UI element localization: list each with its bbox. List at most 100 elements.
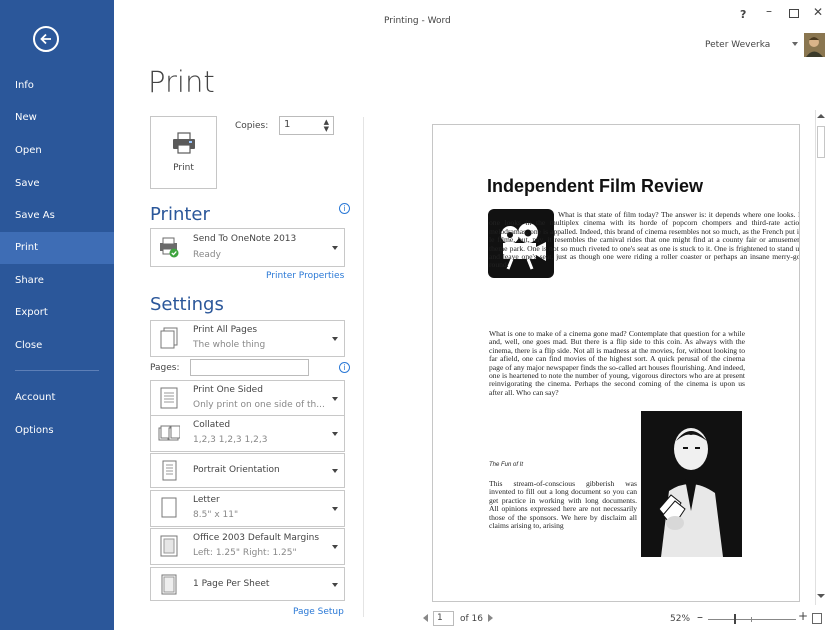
chevron-down-icon xyxy=(332,397,338,401)
review-paragraph-1: What is that state of film today? The an… xyxy=(489,210,800,270)
film-still-image xyxy=(641,411,742,557)
chevron-down-icon xyxy=(332,432,338,436)
help-button[interactable]: ? xyxy=(740,8,746,21)
collation-desc: 1,2,3 1,2,3 1,2,3 xyxy=(193,435,268,445)
printer-heading: Printer xyxy=(150,204,210,225)
nav-item-open[interactable]: Open xyxy=(0,135,114,167)
user-photo-icon xyxy=(804,33,825,57)
zoom-level[interactable]: 52% xyxy=(670,614,690,624)
orientation-dropdown[interactable]: Portrait Orientation xyxy=(150,453,345,488)
back-button[interactable] xyxy=(33,26,59,52)
sides-desc: Only print on one side of th... xyxy=(193,400,325,410)
avatar[interactable] xyxy=(804,33,825,57)
settings-heading: Settings xyxy=(150,294,224,315)
nav-item-info[interactable]: Info xyxy=(0,70,114,102)
chevron-down-icon xyxy=(332,337,338,341)
zoom-slider-thumb[interactable] xyxy=(734,614,736,624)
scroll-down-icon[interactable] xyxy=(817,594,825,598)
chevron-down-icon xyxy=(332,469,338,473)
printer-ready-icon xyxy=(160,237,179,258)
info-icon[interactable]: i xyxy=(339,203,350,214)
scroll-up-icon[interactable] xyxy=(817,114,825,118)
spinner-arrows-icon[interactable]: ▲ ▼ xyxy=(324,119,329,133)
minimize-button[interactable]: – xyxy=(766,4,772,18)
window-title: Printing - Word xyxy=(384,16,451,26)
printer-dropdown[interactable]: Send To OneNote 2013 Ready xyxy=(150,228,345,267)
next-page-icon[interactable] xyxy=(488,614,493,622)
margins-desc: Left: 1.25" Right: 1.25" xyxy=(193,548,297,558)
back-arrow-icon xyxy=(40,33,51,45)
pages-per-sheet-label: 1 Page Per Sheet xyxy=(193,579,270,589)
document-title: Independent Film Review xyxy=(487,176,704,196)
zoom-in-button[interactable]: + xyxy=(798,609,808,623)
info-icon[interactable]: i xyxy=(339,362,350,373)
close-button[interactable]: ✕ xyxy=(813,5,823,19)
print-button[interactable]: Print xyxy=(150,116,217,189)
nav-item-share[interactable]: Share xyxy=(0,265,114,297)
margins-icon xyxy=(160,535,178,557)
printer-status: Ready xyxy=(193,250,221,260)
paper-size-desc: 8.5" x 11" xyxy=(193,510,239,520)
printer-properties-link[interactable]: Printer Properties xyxy=(266,271,344,281)
chevron-down-icon[interactable] xyxy=(792,42,798,46)
pages-input[interactable] xyxy=(190,359,309,376)
one-page-icon xyxy=(161,574,177,595)
scroll-thumb[interactable] xyxy=(817,126,825,158)
zoom-out-button[interactable]: – xyxy=(697,610,703,624)
paper-size-label: Letter xyxy=(193,495,220,505)
review-paragraph-3: This stream-of-conscious gibberish was i… xyxy=(489,479,637,531)
nav-item-save-as[interactable]: Save As xyxy=(0,200,114,232)
print-range-label: Print All Pages xyxy=(193,325,258,335)
nav-separator xyxy=(15,370,99,371)
collated-icon xyxy=(158,425,180,441)
page-count: of 16 xyxy=(460,614,483,624)
one-sided-icon xyxy=(160,387,178,409)
divider xyxy=(363,117,364,617)
nav-item-save[interactable]: Save xyxy=(0,168,114,200)
review-subheading: The Fun of It xyxy=(489,462,524,468)
nav-item-close[interactable]: Close xyxy=(0,330,114,362)
print-range-dropdown[interactable]: Print All Pages The whole thing xyxy=(150,320,345,357)
sides-label: Print One Sided xyxy=(193,385,263,395)
page-setup-link[interactable]: Page Setup xyxy=(293,607,344,617)
copies-stepper[interactable]: 1 ▲ ▼ xyxy=(279,116,334,135)
previous-page-icon[interactable] xyxy=(423,614,428,622)
chevron-down-icon xyxy=(332,246,338,250)
paper-icon xyxy=(161,497,177,518)
chevron-down-icon xyxy=(332,507,338,511)
nav-item-options[interactable]: Options xyxy=(0,415,114,447)
page-number-input[interactable]: 1 xyxy=(433,611,454,626)
chevron-down-icon xyxy=(332,583,338,587)
vertical-scrollbar[interactable] xyxy=(815,110,825,605)
sides-dropdown[interactable]: Print One Sided Only print on one side o… xyxy=(150,380,345,417)
zoom-slider[interactable] xyxy=(708,619,796,620)
margins-label: Office 2003 Default Margins xyxy=(193,533,320,543)
review-paragraph-2: What is one to make of a cinema gone mad… xyxy=(489,329,745,397)
collation-label: Collated xyxy=(193,420,231,430)
nav-item-export[interactable]: Export xyxy=(0,297,114,329)
margins-dropdown[interactable]: Office 2003 Default Margins Left: 1.25" … xyxy=(150,528,345,565)
printer-icon xyxy=(173,132,195,154)
paper-size-dropdown[interactable]: Letter 8.5" x 11" xyxy=(150,490,345,527)
pages-icon xyxy=(160,327,178,349)
printer-name: Send To OneNote 2013 xyxy=(193,234,297,244)
zoom-to-page-icon[interactable] xyxy=(812,613,822,624)
orientation-label: Portrait Orientation xyxy=(193,465,280,475)
maximize-button[interactable] xyxy=(789,9,799,18)
nav-item-print[interactable]: Print xyxy=(0,232,114,264)
collation-dropdown[interactable]: Collated 1,2,3 1,2,3 1,2,3 xyxy=(150,415,345,452)
man-with-cards-icon xyxy=(641,411,742,557)
pages-label: Pages: xyxy=(150,363,180,373)
nav-item-new[interactable]: New xyxy=(0,102,114,134)
nav-item-account[interactable]: Account xyxy=(0,382,114,414)
user-name[interactable]: Peter Weverka xyxy=(705,40,770,50)
pages-per-sheet-dropdown[interactable]: 1 Page Per Sheet xyxy=(150,567,345,601)
copies-value: 1 xyxy=(284,119,291,130)
zoom-midpoint-tick xyxy=(751,617,752,622)
portrait-icon xyxy=(162,460,177,481)
chevron-down-icon xyxy=(332,545,338,549)
page-title: Print xyxy=(148,65,215,99)
print-button-label: Print xyxy=(173,163,194,173)
backstage-nav: Info New Open Save Save As Print Share E… xyxy=(0,0,114,630)
print-preview-page: Independent Film Review What is that sta… xyxy=(432,124,800,602)
